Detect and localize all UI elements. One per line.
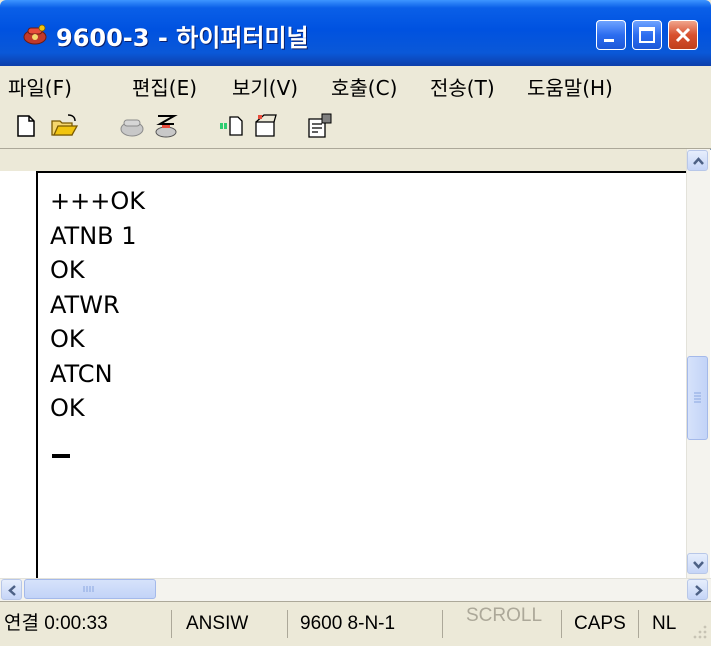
status-scroll-lock: SCROLL <box>466 605 543 626</box>
properties-icon[interactable] <box>306 112 334 140</box>
grip-lines-icon <box>694 392 701 403</box>
title-bar[interactable]: 9600-3 - 하이퍼터미널 <box>0 0 711 66</box>
send-icon[interactable] <box>218 112 246 140</box>
terminal-line: ATNB 1 <box>50 221 137 250</box>
text-cursor <box>52 454 70 458</box>
terminal-top-margin <box>0 149 686 171</box>
chevron-up-icon <box>693 157 704 165</box>
status-divider <box>442 610 443 638</box>
status-divider <box>561 610 562 638</box>
scroll-up-button[interactable] <box>687 150 708 171</box>
scroll-left-button[interactable] <box>1 579 22 600</box>
maximize-button[interactable] <box>632 20 662 50</box>
scroll-down-button[interactable] <box>687 553 708 574</box>
chevron-left-icon <box>8 585 16 596</box>
menu-bar: 파일(F) 편집(E) 보기(V) 호출(C) 전송(T) 도움말(H) <box>0 66 711 103</box>
status-divider <box>171 610 172 638</box>
terminal-output: +++OK ATNB 1 OK ATWR OK ATCN OK <box>50 184 650 426</box>
chevron-down-icon <box>693 561 704 569</box>
toolbar <box>0 102 711 149</box>
terminal-line: OK <box>50 325 85 353</box>
vertical-scroll-thumb[interactable] <box>687 356 708 440</box>
menu-edit[interactable]: 편집(E) <box>132 72 197 101</box>
terminal-line: OK <box>50 256 85 284</box>
terminal-line: OK <box>50 394 85 422</box>
scroll-right-button[interactable] <box>687 579 708 600</box>
status-num-lock: NL <box>652 613 677 634</box>
hyperterminal-phone-icon <box>23 24 47 45</box>
grip-lines-icon <box>83 586 94 592</box>
status-emulation: ANSIW <box>186 613 249 634</box>
terminal-line: +++OK <box>50 187 145 215</box>
menu-file[interactable]: 파일(F) <box>8 72 72 101</box>
minimize-icon <box>604 39 614 42</box>
horizontal-scroll-thumb[interactable] <box>24 579 156 599</box>
connect-icon[interactable] <box>118 112 146 140</box>
status-bar: 연결 0:00:33 ANSIW 9600 8-N-1 SCROLL CAPS … <box>0 601 711 646</box>
terminal-line: ATWR <box>50 290 120 319</box>
minimize-button[interactable] <box>596 20 626 50</box>
receive-icon[interactable] <box>252 112 280 140</box>
hyperterminal-window: 9600-3 - 하이퍼터미널 파일(F) 편집(E) 보기(V) 호출(C) … <box>0 0 711 646</box>
status-divider <box>287 610 288 638</box>
chevron-right-icon <box>695 585 703 596</box>
status-connected-time: 연결 0:00:33 <box>4 613 108 634</box>
menu-view[interactable]: 보기(V) <box>232 72 298 101</box>
window-title: 9600-3 - 하이퍼터미널 <box>56 24 309 52</box>
status-caps-lock: CAPS <box>574 613 626 634</box>
menu-transfer[interactable]: 전송(T) <box>430 72 495 101</box>
open-icon[interactable] <box>50 112 78 140</box>
new-icon[interactable] <box>12 112 40 140</box>
terminal-line: ATCN <box>50 359 113 388</box>
menu-call[interactable]: 호출(C) <box>331 72 397 101</box>
status-divider <box>638 610 639 638</box>
disconnect-icon[interactable] <box>152 112 180 140</box>
resize-grip-icon[interactable] <box>690 622 708 640</box>
close-icon <box>675 27 691 43</box>
close-button[interactable] <box>668 20 698 50</box>
maximize-icon <box>639 27 655 43</box>
menu-help[interactable]: 도움말(H) <box>527 72 613 101</box>
status-port-settings: 9600 8-N-1 <box>300 613 396 634</box>
